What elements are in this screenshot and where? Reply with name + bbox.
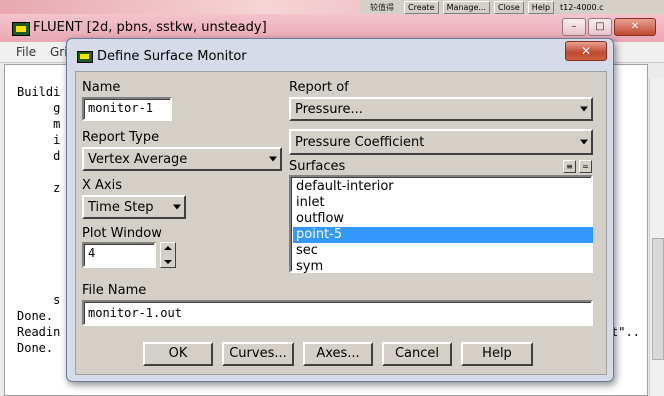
console-scrollbar[interactable]: [649, 78, 664, 396]
ok-button[interactable]: OK: [143, 342, 213, 366]
console-line-tail: t"..: [611, 325, 640, 339]
plot-window-field[interactable]: 4: [82, 242, 156, 268]
help-button[interactable]: Help: [461, 342, 533, 366]
curves-button[interactable]: Curves...: [222, 342, 294, 366]
report-type-dropdown[interactable]: Vertex Average: [82, 147, 282, 171]
x-axis-dropdown[interactable]: Time Step: [82, 195, 186, 219]
plot-window-spinner[interactable]: [160, 242, 176, 268]
report-of-sub-value: Pressure Coefficient: [295, 135, 425, 150]
list-item[interactable]: outflow: [293, 211, 593, 227]
chevron-down-icon: [269, 156, 277, 162]
console-line: m: [17, 117, 61, 131]
file-name-field[interactable]: monitor-1.out: [82, 300, 593, 326]
report-of-sub-dropdown[interactable]: Pressure Coefficient: [289, 129, 593, 155]
spinner-up-icon[interactable]: [164, 246, 172, 250]
list-item[interactable]: sym: [293, 259, 593, 275]
x-axis-value: Time Step: [88, 200, 154, 215]
background-file-label: t12-4000.c: [560, 2, 604, 12]
list-item[interactable]: sec: [293, 243, 593, 259]
menu-file[interactable]: File: [16, 45, 36, 59]
name-label: Name: [82, 80, 121, 95]
main-close-icon[interactable]: ✕: [614, 18, 656, 36]
fluent-dialog-icon: [77, 51, 93, 63]
report-type-label: Report Type: [82, 130, 160, 145]
report-type-value: Vertex Average: [88, 152, 188, 167]
menu-grid[interactable]: Gri: [50, 45, 68, 59]
file-name-label: File Name: [82, 283, 147, 298]
maximize-icon[interactable]: □: [588, 18, 612, 36]
list-item-selected[interactable]: point-5: [293, 227, 593, 243]
plot-window-label: Plot Window: [82, 226, 162, 241]
cancel-button[interactable]: Cancel: [382, 342, 452, 366]
background-manage-button[interactable]: Manage...: [442, 0, 490, 14]
console-line: Done.: [17, 309, 54, 323]
report-of-value: Pressure...: [295, 102, 363, 117]
console-line: Readin: [17, 325, 61, 339]
surfaces-label: Surfaces: [289, 159, 346, 174]
scrollbar-thumb[interactable]: [652, 238, 664, 360]
console-line: d: [17, 149, 61, 163]
background-label: 较值得: [370, 2, 394, 12]
background-help-button[interactable]: Help: [527, 0, 555, 14]
report-of-dropdown[interactable]: Pressure...: [289, 97, 593, 121]
x-axis-label: X Axis: [82, 178, 123, 193]
chevron-down-icon: [173, 204, 181, 210]
console-line: s: [17, 293, 61, 307]
console-line: Buildi: [17, 85, 61, 99]
minimize-icon[interactable]: –: [562, 18, 586, 36]
console-line: g: [17, 101, 61, 115]
console-line: Done.: [17, 341, 54, 355]
chevron-down-icon: [580, 106, 588, 112]
select-all-icon[interactable]: ≡: [563, 160, 576, 173]
fluent-app-icon: [12, 22, 30, 36]
dialog-close-icon[interactable]: ✕: [565, 41, 607, 61]
dialog-panel: Name monitor-1 Report Type Vertex Averag…: [75, 71, 607, 375]
dialog-title-bar[interactable]: Define Surface Monitor ✕: [67, 39, 613, 69]
deselect-all-icon[interactable]: =: [579, 160, 592, 173]
spinner-down-icon[interactable]: [164, 260, 172, 264]
list-item[interactable]: inlet: [293, 195, 593, 211]
report-of-label: Report of: [289, 80, 349, 95]
dialog-title: Define Surface Monitor: [97, 49, 247, 64]
list-item[interactable]: default-interior: [293, 179, 593, 195]
surfaces-list[interactable]: default-interior inlet outflow point-5 s…: [289, 175, 593, 275]
name-field[interactable]: monitor-1: [82, 97, 172, 121]
background-window-strip: 较值得 Create Manage... Close Help t12-4000…: [360, 0, 664, 14]
chevron-down-icon: [580, 139, 588, 145]
console-line: i: [17, 133, 61, 147]
console-line: z: [17, 181, 61, 195]
define-surface-monitor-dialog: Define Surface Monitor ✕ Name monitor-1 …: [66, 38, 614, 382]
main-window-title: FLUENT [2d, pbns, sstkw, unsteady]: [33, 20, 267, 35]
axes-button[interactable]: Axes...: [303, 342, 373, 366]
background-create-button[interactable]: Create: [404, 0, 439, 14]
background-close-button[interactable]: Close: [494, 0, 524, 14]
